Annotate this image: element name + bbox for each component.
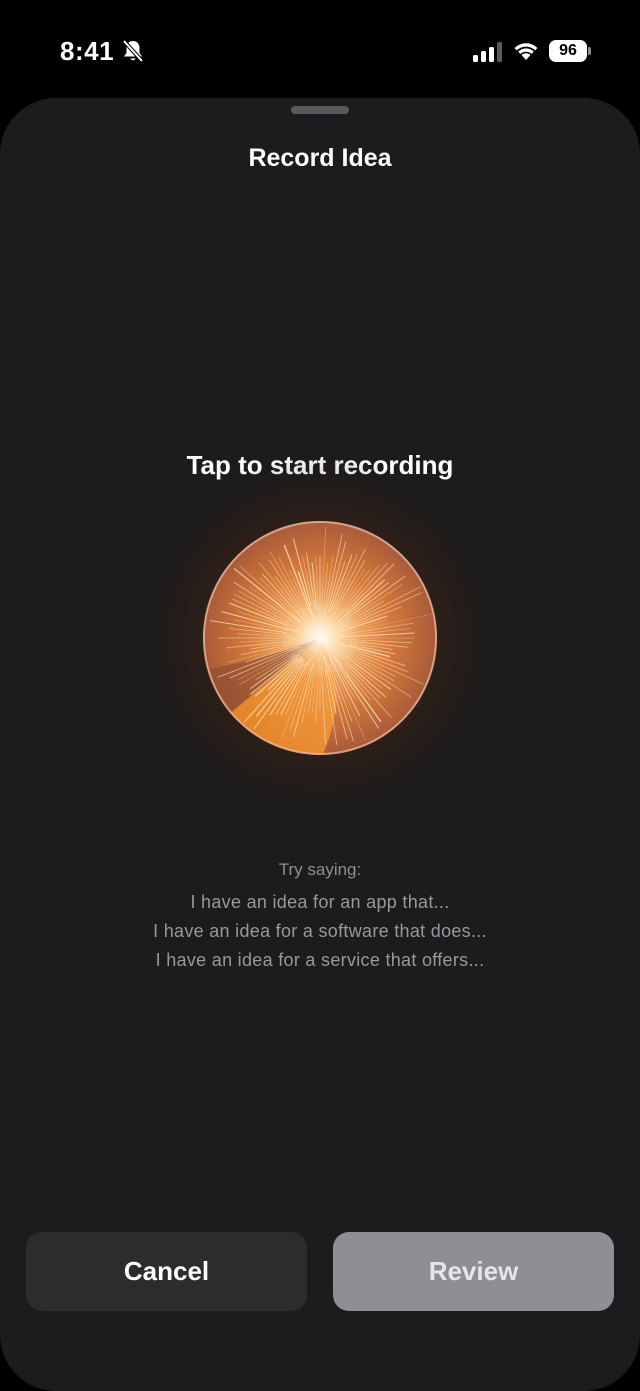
record-idea-sheet: Record Idea Tap to start recording xyxy=(0,98,640,1391)
screen: 8:41 96 Record Idea Try saying: I have a… xyxy=(0,0,640,1391)
sheet-grabber[interactable] xyxy=(291,106,349,114)
hint-line: I have an idea for an app that... xyxy=(190,892,450,912)
record-orb-button[interactable] xyxy=(202,520,438,756)
hint-line: I have an idea for a software that does.… xyxy=(153,921,487,941)
battery-tip xyxy=(588,47,591,55)
sheet-title: Record Idea xyxy=(248,144,392,172)
status-time: 8:41 xyxy=(60,36,115,66)
cancel-button[interactable]: Cancel xyxy=(26,1232,307,1311)
status-bar: 8:41 96 xyxy=(0,0,640,100)
hints-heading: Try saying: xyxy=(278,860,362,879)
battery-icon: 96 xyxy=(549,40,591,62)
hints-section: Try saying: I have an idea for an app th… xyxy=(0,858,640,975)
hint-line: I have an idea for a service that offers… xyxy=(155,950,485,970)
cellular-signal-icon xyxy=(473,42,505,62)
orb-graphic xyxy=(203,521,437,755)
wifi-icon xyxy=(512,39,540,61)
bell-slash-icon xyxy=(121,38,145,64)
review-button[interactable]: Review xyxy=(333,1232,614,1311)
battery-level: 96 xyxy=(549,40,587,62)
